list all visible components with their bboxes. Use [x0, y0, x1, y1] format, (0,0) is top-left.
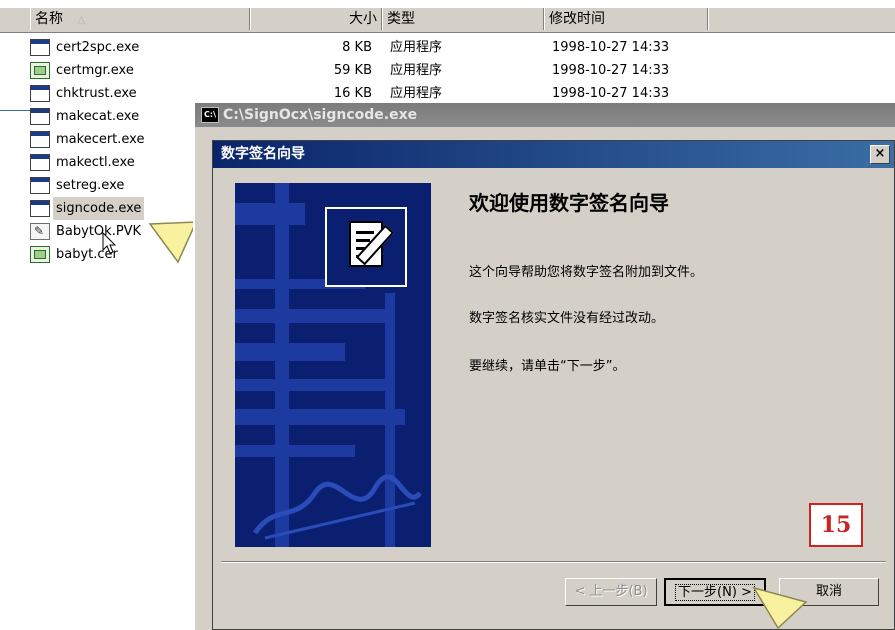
- back-button[interactable]: < 上一步(B): [565, 578, 657, 606]
- file-name: makecert.exe: [56, 132, 145, 147]
- cer-file-icon: [30, 246, 50, 263]
- button-separator-highlight: [221, 562, 886, 563]
- file-name: chktrust.exe: [56, 86, 137, 101]
- wizard-instruction-line: 要继续，请单击“下一步”。: [469, 359, 626, 374]
- pvk-file-icon: [30, 220, 50, 243]
- cancel-button-label: 取消: [815, 584, 842, 599]
- close-button[interactable]: ×: [870, 145, 890, 164]
- column-name-label: 名称: [35, 11, 63, 27]
- exe-file-icon: [30, 85, 50, 102]
- document-signing-icon: [325, 207, 407, 287]
- wizard-heading: 欢迎使用数字签名向导: [469, 191, 669, 215]
- sort-ascending-icon: △: [77, 15, 86, 26]
- column-header-modified[interactable]: 修改时间: [544, 8, 708, 30]
- column-header-size[interactable]: 大小: [250, 8, 382, 30]
- column-type-label: 类型: [387, 11, 415, 27]
- next-button[interactable]: 下一步(N) >: [664, 578, 766, 606]
- file-type: 应用程序: [390, 40, 443, 55]
- file-modified: 1998-10-27 14:33: [552, 40, 670, 55]
- file-list-header: 名称 △ 大小 类型 修改时间: [0, 8, 895, 33]
- file-name: cert2spc.exe: [56, 40, 140, 55]
- column-modified-label: 修改时间: [549, 11, 605, 27]
- console-app-icon: C:\: [201, 107, 219, 123]
- mouse-pointer-icon: [102, 232, 117, 254]
- file-row[interactable]: makecert.exe: [30, 128, 180, 151]
- exe-file-icon: [30, 108, 50, 125]
- exe-file-icon: [30, 39, 50, 56]
- exe-file-icon: [30, 131, 50, 148]
- file-name: BabytOk.PVK: [56, 224, 142, 239]
- next-button-label: 下一步(N) >: [675, 584, 755, 601]
- wizard-titlebar[interactable]: 数字签名向导 ×: [213, 141, 894, 168]
- file-row[interactable]: makecat.exe: [30, 105, 180, 128]
- exe-file-icon: [30, 177, 50, 194]
- column-size-label: 大小: [349, 11, 377, 27]
- signing-wizard-dialog: 数字签名向导 × 欢迎使用数字签名向导 这个向导帮助您将数字签名附加到文件。 数…: [212, 140, 895, 630]
- back-button-label: < 上一步(B): [574, 584, 648, 599]
- cert-app-icon: [30, 62, 50, 79]
- column-header-name[interactable]: 名称 △: [30, 8, 250, 30]
- file-size: 8 KB: [342, 40, 372, 55]
- file-size: 16 KB: [333, 86, 372, 101]
- file-row-selected[interactable]: signcode.exe: [30, 197, 180, 220]
- exe-file-icon: [30, 200, 50, 217]
- wizard-banner-image: [235, 183, 431, 547]
- step-number-badge: 15: [809, 503, 863, 547]
- console-title: C:\SignOcx\signcode.exe: [223, 107, 418, 123]
- file-row[interactable]: certmgr.exe 59 KB 应用程序 1998-10-27 14:33: [30, 59, 690, 82]
- callout-arrow-icon: [752, 586, 808, 630]
- console-titlebar[interactable]: C:\ C:\SignOcx\signcode.exe: [195, 103, 895, 127]
- file-modified: 1998-10-27 14:33: [552, 86, 670, 101]
- file-name: signcode.exe: [53, 197, 145, 220]
- file-row[interactable]: setreg.exe: [30, 174, 180, 197]
- file-modified: 1998-10-27 14:33: [552, 63, 670, 78]
- column-header-empty: [708, 8, 895, 30]
- file-row[interactable]: cert2spc.exe 8 KB 应用程序 1998-10-27 14:33: [30, 36, 690, 59]
- wizard-description-line: 这个向导帮助您将数字签名附加到文件。: [469, 265, 704, 280]
- file-size: 59 KB: [333, 63, 372, 78]
- signature-scribble: [252, 474, 422, 540]
- wizard-title: 数字签名向导: [221, 146, 305, 162]
- file-type: 应用程序: [390, 63, 443, 78]
- file-type: 应用程序: [390, 86, 443, 101]
- file-row[interactable]: chktrust.exe 16 KB 应用程序 1998-10-27 14:33: [30, 82, 690, 105]
- tree-connector-line: [0, 110, 30, 111]
- column-header-type[interactable]: 类型: [382, 8, 544, 30]
- file-name: setreg.exe: [56, 178, 125, 193]
- file-name: makecat.exe: [56, 109, 140, 124]
- file-name: certmgr.exe: [56, 63, 134, 78]
- wizard-description-line: 数字签名核实文件没有经过改动。: [469, 311, 665, 326]
- file-row[interactable]: makectl.exe: [30, 151, 180, 174]
- file-name: makectl.exe: [56, 155, 135, 170]
- exe-file-icon: [30, 154, 50, 171]
